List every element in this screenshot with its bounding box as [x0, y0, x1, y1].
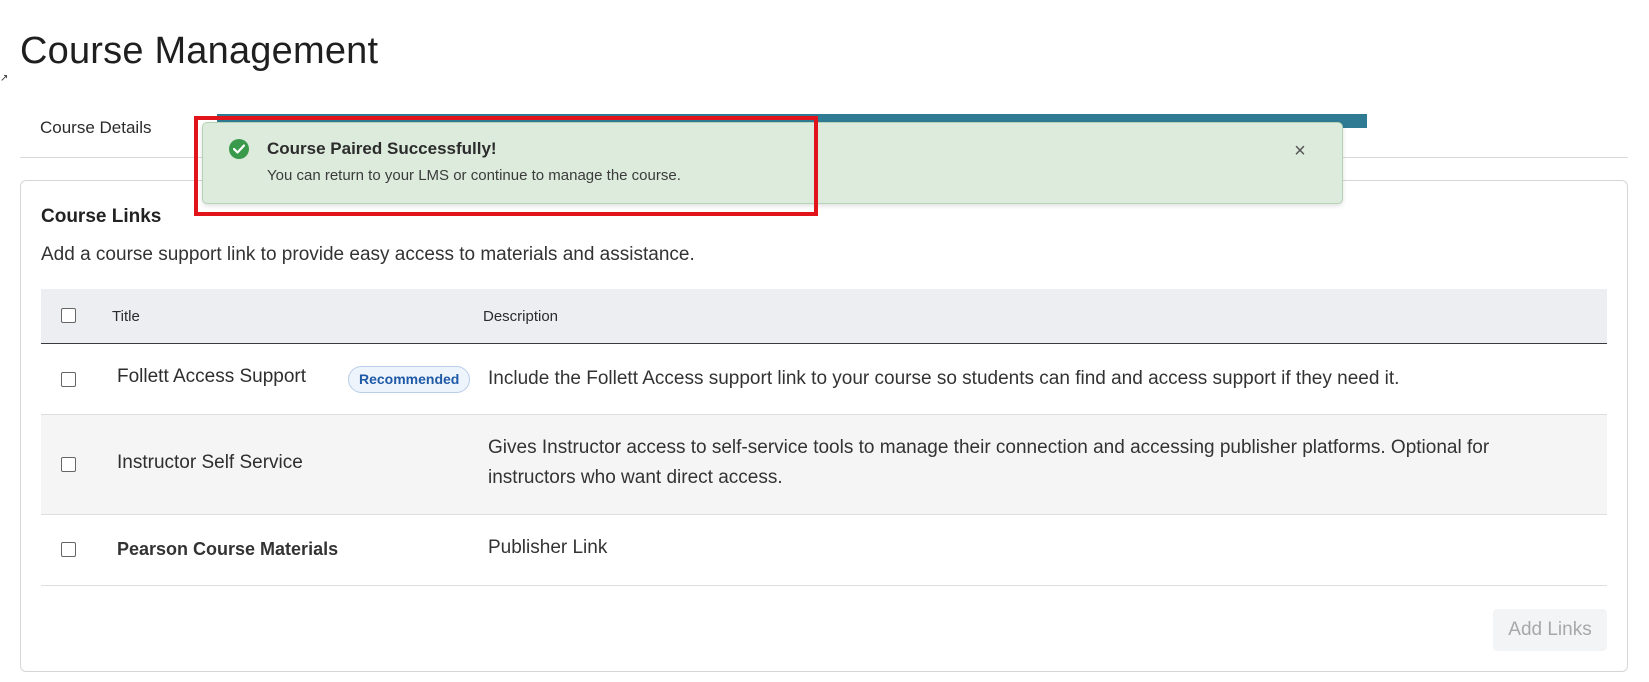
- close-icon[interactable]: ×: [1290, 141, 1310, 161]
- section-title: Course Links: [41, 206, 162, 227]
- toast-message: You can return to your LMS or continue t…: [267, 167, 681, 184]
- course-links-table: Title Description Follett Access Support…: [41, 289, 1607, 586]
- page-title: Course Management: [20, 30, 379, 72]
- row-checkbox[interactable]: [61, 457, 76, 472]
- row-title: Follett Access Support: [117, 366, 307, 387]
- table-row: Instructor Self Service Gives Instructor…: [41, 415, 1607, 515]
- column-header-title: Title: [112, 308, 140, 325]
- row-title: Pearson Course Materials: [117, 539, 339, 559]
- column-header-description: Description: [483, 308, 559, 325]
- cursor-mark: ↗: [0, 73, 9, 84]
- toast-title: Course Paired Successfully!: [267, 139, 497, 158]
- add-links-button[interactable]: Add Links: [1493, 609, 1607, 651]
- row-description: Include the Follett Access support link …: [488, 368, 1400, 389]
- table-row: Follett Access Support Recommended Inclu…: [41, 344, 1607, 415]
- table-row: Pearson Course Materials Publisher Link: [41, 515, 1607, 586]
- check-circle-icon: [229, 139, 249, 159]
- table-header: Title Description: [41, 289, 1607, 344]
- select-all-checkbox[interactable]: [61, 308, 76, 323]
- course-links-card: Course Links Add a course support link t…: [20, 180, 1628, 672]
- row-title: Instructor Self Service: [117, 452, 303, 473]
- tab-course-details[interactable]: Course Details: [40, 118, 152, 138]
- recommended-badge: Recommended: [348, 366, 471, 393]
- row-description: Publisher Link: [488, 537, 608, 558]
- row-checkbox[interactable]: [61, 372, 76, 387]
- row-description: Gives Instructor access to self-service …: [488, 437, 1490, 488]
- section-description: Add a course support link to provide eas…: [41, 244, 695, 265]
- success-toast: Course Paired Successfully! You can retu…: [202, 122, 1343, 204]
- row-checkbox[interactable]: [61, 542, 76, 557]
